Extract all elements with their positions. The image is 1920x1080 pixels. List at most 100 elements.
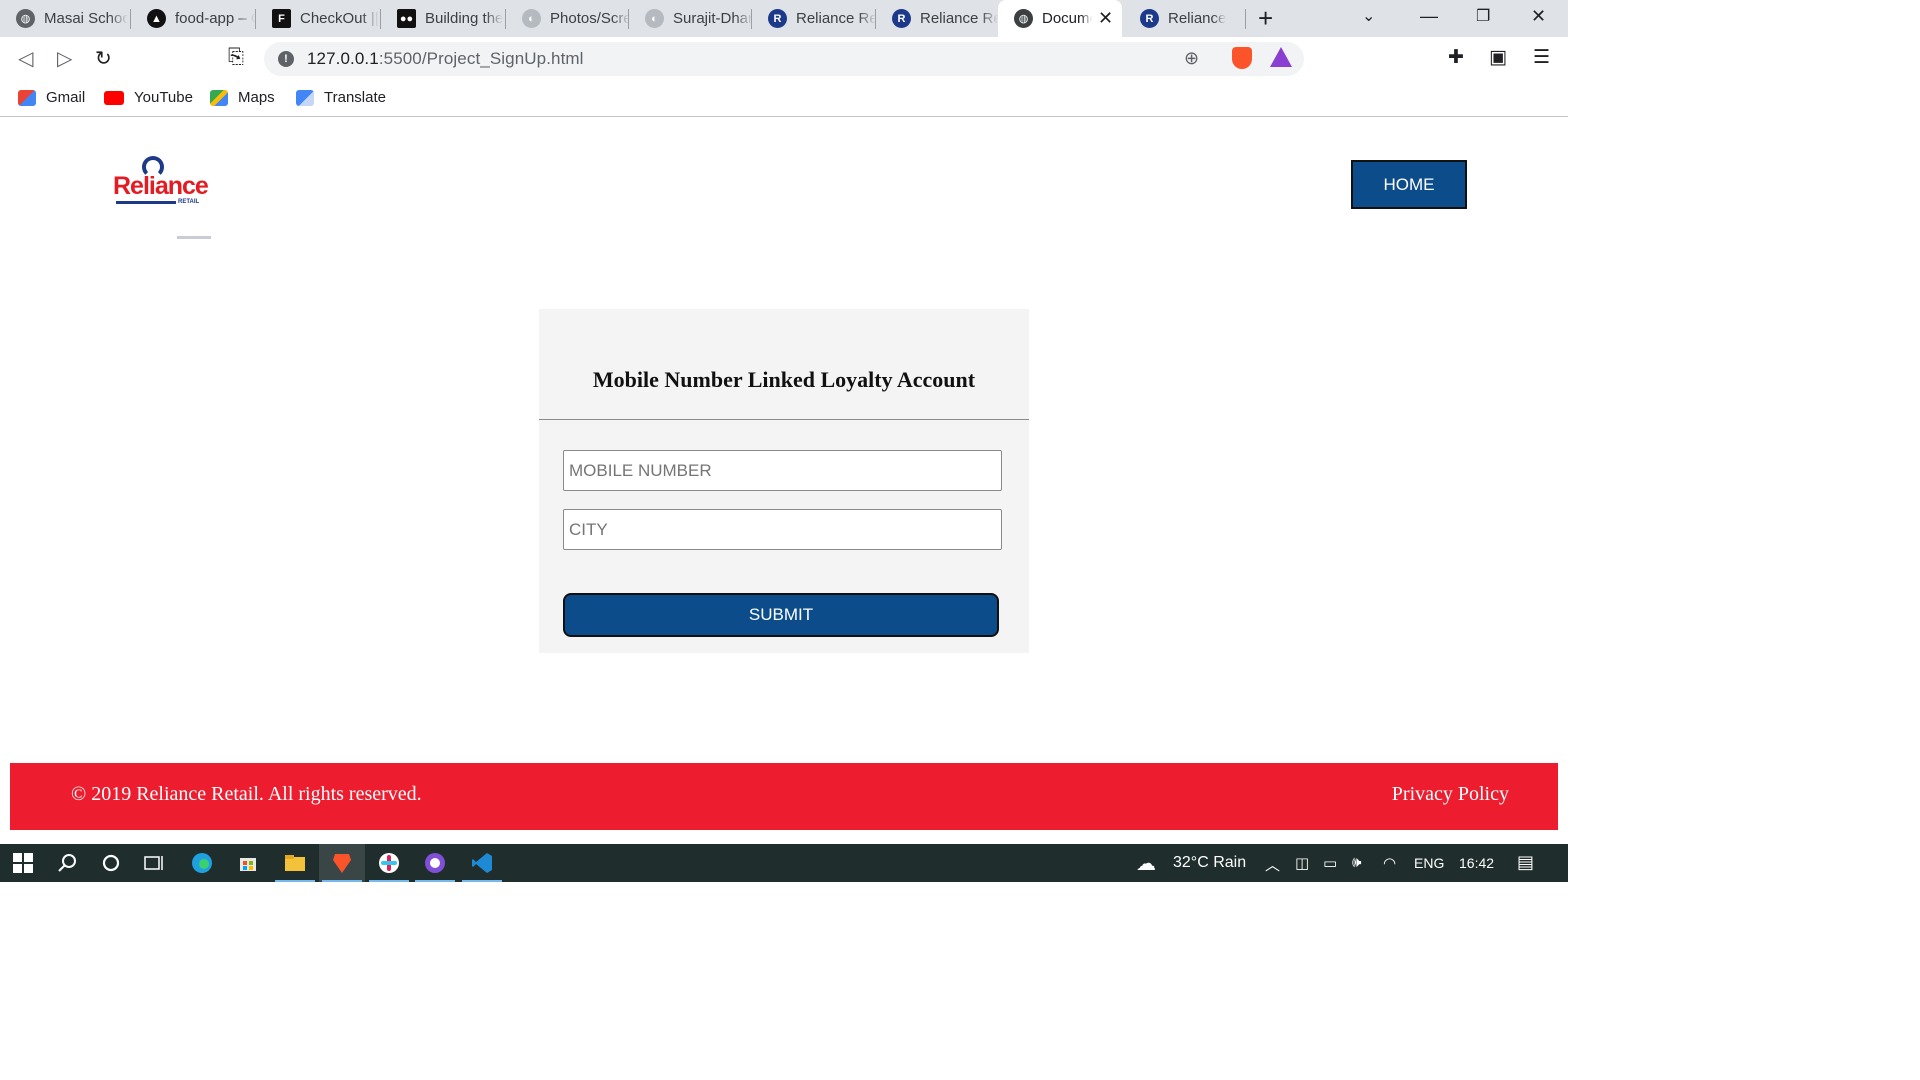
bookmark-icon[interactable]: ⎘ xyxy=(228,46,244,69)
url-path: :5500/Project_SignUp.html xyxy=(378,49,584,68)
gmail-icon xyxy=(18,89,36,106)
browser-tab-strip: ◍ Masai School ▲ food-app – C F CheckOut… xyxy=(0,0,1568,37)
slack-icon[interactable] xyxy=(366,844,412,882)
translate-icon xyxy=(296,89,314,106)
youtube-icon xyxy=(104,90,124,105)
tab-title: Surajit-Dhar xyxy=(673,10,753,27)
forward-icon[interactable]: ▷ xyxy=(57,46,72,71)
edge-icon[interactable] xyxy=(179,844,225,882)
weather-cloud-icon[interactable]: ☁ xyxy=(1136,851,1156,876)
reliance-logo[interactable]: Reliance RETAIL xyxy=(113,156,209,208)
browser-tab[interactable]: R Reliance xyxy=(1124,0,1244,37)
brave-taskbar-icon[interactable] xyxy=(319,844,365,882)
minimize-icon[interactable]: — xyxy=(1420,6,1438,27)
meet-now-icon[interactable]: ◫ xyxy=(1295,854,1309,872)
volume-icon[interactable]: 🕪 xyxy=(1352,854,1361,871)
bookmark-gmail[interactable]: Gmail xyxy=(18,89,85,106)
task-view-icon[interactable] xyxy=(131,844,177,882)
tab-title: Reliance xyxy=(1168,10,1227,27)
tab-title: Building the xyxy=(425,10,504,27)
bookmark-maps[interactable]: Maps xyxy=(210,89,275,106)
search-icon[interactable] xyxy=(44,844,90,882)
site-info-icon[interactable]: ! xyxy=(278,51,294,67)
triangle-logo-icon: ▲ xyxy=(147,9,166,28)
globe-icon: ◍ xyxy=(1014,9,1033,28)
page-viewport: Reliance RETAIL HOME Mobile Number Linke… xyxy=(0,122,1568,844)
logo-underline xyxy=(116,201,176,204)
city-input[interactable] xyxy=(563,509,1002,550)
bookmark-label: Gmail xyxy=(46,89,86,106)
github-icon: ◐ xyxy=(645,9,664,28)
github-icon: ◐ xyxy=(522,9,541,28)
browser-tab[interactable]: ◐ Photos/Scre xyxy=(506,0,630,37)
brave-rewards-icon[interactable] xyxy=(1270,47,1292,67)
weather-text[interactable]: 32°C Rain xyxy=(1173,854,1246,872)
bookmark-label: YouTube xyxy=(134,89,193,106)
browser-tab[interactable]: R Reliance Ret xyxy=(876,0,998,37)
brave-shields-icon[interactable] xyxy=(1232,47,1252,69)
tab-title: CheckOut || xyxy=(300,10,379,27)
tab-separator xyxy=(1245,9,1246,29)
extensions-icon[interactable]: ✚ xyxy=(1448,46,1464,69)
tab-title: Masai School xyxy=(44,10,128,27)
maps-icon xyxy=(210,89,228,106)
file-explorer-icon[interactable] xyxy=(272,844,318,882)
language-indicator[interactable]: ENG xyxy=(1414,855,1444,871)
browser-toolbar: ◁ ▷ ↻ ⎘ ! 127.0.0.1:5500/Project_SignUp.… xyxy=(0,37,1568,81)
menu-icon[interactable]: ☰ xyxy=(1533,46,1550,69)
bookmark-youtube[interactable]: YouTube xyxy=(104,89,193,106)
tab-search-chevron-icon[interactable]: ⌄ xyxy=(1362,6,1375,26)
footer-copyright: © 2019 Reliance Retail. All rights reser… xyxy=(71,783,422,805)
windows-taskbar: ☁ 32°C Rain ︿ ◫ ▭ 🕪 ◠ ENG 16:42 ▤ xyxy=(0,844,1568,882)
notifications-icon[interactable]: ▤ xyxy=(1517,852,1534,873)
restore-icon[interactable]: ❐ xyxy=(1476,6,1490,26)
mobile-number-input[interactable] xyxy=(563,450,1002,491)
app-running-indicator xyxy=(275,880,315,882)
app-running-indicator xyxy=(462,880,502,882)
github-desktop-icon[interactable] xyxy=(412,844,458,882)
store-icon[interactable] xyxy=(225,844,271,882)
foodhub-icon: F xyxy=(272,9,291,28)
browser-tab[interactable]: R Reliance Ret xyxy=(752,0,876,37)
logo-subtext: RETAIL xyxy=(178,199,200,205)
browser-tab-active[interactable]: ◍ Document ✕ xyxy=(998,0,1122,37)
privacy-policy-link[interactable]: Privacy Policy xyxy=(1392,783,1509,806)
cortana-icon[interactable] xyxy=(88,844,134,882)
windows-start-icon[interactable] xyxy=(0,844,46,882)
browser-tab[interactable]: ●● Building the xyxy=(381,0,505,37)
zoom-icon[interactable]: ⊕ xyxy=(1184,48,1199,69)
browser-tab[interactable]: F CheckOut || xyxy=(256,0,380,37)
wifi-icon[interactable]: ◠ xyxy=(1383,854,1396,872)
app-running-indicator xyxy=(415,880,455,882)
browser-tab[interactable]: ◍ Masai School xyxy=(0,0,128,37)
browser-tab[interactable]: ◐ Surajit-Dhar xyxy=(629,0,753,37)
browser-tab[interactable]: ▲ food-app – C xyxy=(131,0,255,37)
submit-button[interactable]: SUBMIT xyxy=(563,593,999,637)
bookmark-label: Maps xyxy=(238,89,275,106)
reliance-icon: R xyxy=(892,9,911,28)
home-button[interactable]: HOME xyxy=(1351,160,1467,209)
address-bar[interactable]: ! 127.0.0.1:5500/Project_SignUp.html ⊕ xyxy=(264,42,1304,76)
window-close-icon[interactable]: ✕ xyxy=(1531,6,1546,27)
wallet-icon[interactable]: ▣ xyxy=(1489,46,1507,69)
back-icon[interactable]: ◁ xyxy=(18,46,33,71)
tab-title: Reliance Ret xyxy=(796,10,876,27)
medium-icon: ●● xyxy=(397,9,416,28)
address-url[interactable]: 127.0.0.1:5500/Project_SignUp.html xyxy=(307,49,584,69)
title-divider xyxy=(539,419,1029,420)
vscode-icon[interactable] xyxy=(459,844,505,882)
globe-icon: ◍ xyxy=(16,9,35,28)
close-tab-icon[interactable]: ✕ xyxy=(1098,8,1113,29)
clock[interactable]: 16:42 xyxy=(1459,855,1494,871)
bookmark-translate[interactable]: Translate xyxy=(296,89,386,106)
logo-text: Reliance xyxy=(113,172,209,200)
tab-title: Photos/Scre xyxy=(550,10,630,27)
tray-chevron-icon[interactable]: ︿ xyxy=(1265,854,1280,875)
tab-title: Document xyxy=(1042,10,1092,27)
battery-icon[interactable]: ▭ xyxy=(1323,854,1337,872)
new-tab-icon[interactable]: + xyxy=(1258,3,1273,34)
reload-icon[interactable]: ↻ xyxy=(95,46,112,71)
tab-title: Reliance Ret xyxy=(920,10,998,27)
bookmarks-bar: Gmail YouTube Maps Translate xyxy=(0,81,1568,117)
reliance-icon: R xyxy=(1140,9,1159,28)
